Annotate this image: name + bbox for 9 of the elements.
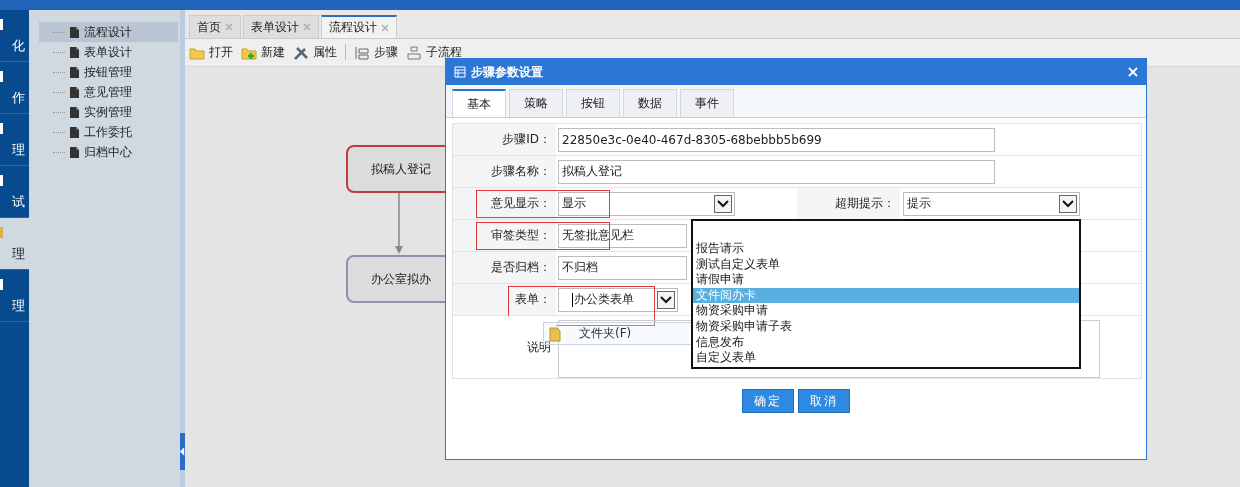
field-label: 超期提示： xyxy=(797,188,900,219)
field-label: 意见显示： xyxy=(453,188,556,219)
tooltip-text: 文件夹(F) xyxy=(579,325,632,342)
dialog-title: 步骤参数设置 xyxy=(471,63,543,81)
field-label: 是否归档： xyxy=(453,252,556,283)
field-label: 步骤名称： xyxy=(453,156,556,187)
field-label: 表单： xyxy=(453,284,556,315)
field-label: 步骤ID： xyxy=(453,124,556,155)
field-label: 审签类型： xyxy=(453,220,556,251)
